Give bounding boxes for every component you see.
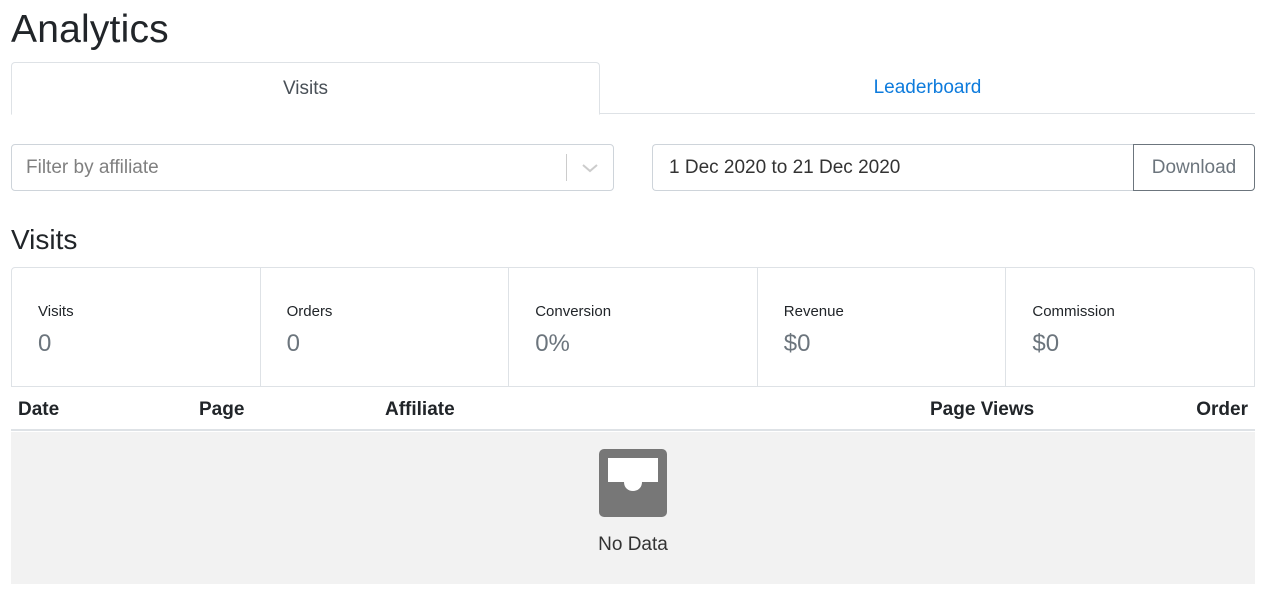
stat-conversion: Conversion 0% [509,268,758,386]
stats-panel: Visits 0 Orders 0 Conversion 0% Revenue … [11,267,1255,387]
stat-revenue: Revenue $0 [758,268,1007,386]
tabs: Visits Leaderboard [11,62,1255,115]
date-range-input[interactable] [652,144,1133,191]
visits-section-title: Visits [11,224,78,255]
stat-label: Revenue [783,303,844,320]
column-header-date[interactable]: Date [18,399,59,421]
stat-value: 0 [286,330,300,357]
stat-value: 0% [535,330,570,357]
stat-value: $0 [1032,330,1060,357]
stat-commission: Commission $0 [1006,268,1254,386]
date-range-group: Download [652,144,1255,191]
stat-value: $0 [783,330,811,357]
stat-label: Conversion [535,303,612,320]
tab-visits[interactable]: Visits [11,62,600,115]
column-header-order[interactable]: Order [1196,399,1248,421]
column-header-page[interactable]: Page [199,399,244,421]
stat-label: Visits [38,303,74,320]
stat-label: Commission [1032,303,1115,320]
empty-state-text: No Data [598,534,668,555]
page-title: Analytics [11,8,169,51]
column-header-affiliate[interactable]: Affiliate [385,399,455,421]
stat-label: Orders [286,303,333,320]
download-button[interactable]: Download [1133,144,1255,191]
tab-leaderboard[interactable]: Leaderboard [600,62,1255,114]
inbox-icon [599,449,667,517]
table-header: Date Page Affiliate Page Views Order [11,387,1255,431]
affiliate-filter-placeholder: Filter by affiliate [26,156,159,178]
stat-orders: Orders 0 [261,268,510,386]
affiliate-filter-select[interactable]: Filter by affiliate [11,144,614,191]
chevron-down-icon[interactable] [567,162,613,174]
empty-state: No Data [11,432,1255,584]
stat-visits: Visits 0 [12,268,261,386]
stat-value: 0 [38,330,52,357]
column-header-page-views[interactable]: Page Views [930,399,1034,421]
